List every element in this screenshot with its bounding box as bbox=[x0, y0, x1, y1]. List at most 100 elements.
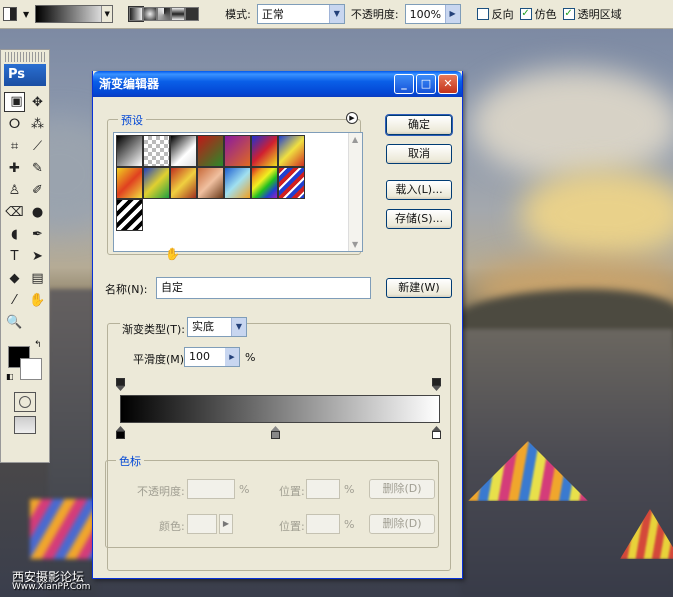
reverse-checkbox[interactable]: 反向 bbox=[476, 6, 514, 22]
opacity-stop-right[interactable] bbox=[432, 378, 441, 391]
preset-swatch[interactable] bbox=[251, 167, 278, 199]
mode-select[interactable]: 正常 ▼ bbox=[256, 4, 345, 24]
stop-location-input-2[interactable] bbox=[306, 514, 340, 534]
ps-logo[interactable]: Ps bbox=[4, 64, 46, 86]
preset-swatch[interactable] bbox=[197, 135, 224, 167]
reflected-gradient-button[interactable] bbox=[171, 7, 186, 21]
screen-mode-button[interactable] bbox=[14, 416, 36, 434]
gradient-type-buttons bbox=[128, 6, 200, 22]
smoothness-input[interactable]: 100 ▶ bbox=[184, 347, 240, 367]
check-icon[interactable]: ✓ bbox=[562, 8, 575, 20]
background-color[interactable] bbox=[20, 358, 42, 380]
notes-icon[interactable]: ▤ bbox=[27, 268, 48, 288]
minimize-icon[interactable]: _ bbox=[394, 74, 414, 94]
color-midpoint[interactable] bbox=[271, 426, 280, 439]
new-button[interactable]: 新建(W) bbox=[386, 278, 452, 298]
eyedropper-icon[interactable]: ⁄ bbox=[4, 290, 25, 310]
preset-swatch[interactable] bbox=[170, 167, 197, 199]
radial-gradient-button[interactable] bbox=[143, 7, 158, 21]
magic-wand-icon[interactable]: ⁂ bbox=[27, 114, 48, 134]
crop-icon[interactable]: ⌗ bbox=[4, 136, 25, 156]
gradient-bar[interactable] bbox=[120, 395, 440, 423]
swap-colors-icon[interactable]: ↰ bbox=[34, 340, 42, 350]
presets-menu-icon[interactable]: ▶ bbox=[346, 112, 358, 124]
preset-swatch[interactable] bbox=[143, 135, 170, 167]
scroll-up-icon[interactable]: ▲ bbox=[352, 135, 358, 144]
preset-swatch[interactable] bbox=[224, 135, 251, 167]
blur-icon[interactable]: ● bbox=[27, 202, 48, 222]
color-stop-left[interactable] bbox=[116, 426, 125, 439]
chevron-down-icon[interactable]: ▼ bbox=[23, 10, 29, 19]
opacity-input[interactable]: 100% ▶ bbox=[404, 4, 461, 24]
stop-opacity-input[interactable] bbox=[187, 479, 235, 499]
stop-location-input[interactable] bbox=[306, 479, 340, 499]
preset-swatch[interactable] bbox=[116, 167, 143, 199]
gradient-icon[interactable]: ▣ bbox=[4, 92, 25, 112]
preset-swatch[interactable] bbox=[116, 135, 143, 167]
zoom-icon[interactable]: 🔍 bbox=[4, 312, 25, 332]
tool-grid: ⬚✥ⵔ⁂⌗⟋✚✎♙✐⌫▣●◖✒T➤◆▤⁄✋🔍 bbox=[1, 88, 49, 336]
stop-opacity-unit: % bbox=[239, 483, 250, 496]
color-stop-right[interactable] bbox=[432, 426, 441, 439]
color-stop-pointer bbox=[116, 426, 125, 431]
angle-gradient-button[interactable] bbox=[157, 7, 172, 21]
diamond-gradient-button[interactable] bbox=[185, 7, 200, 21]
preset-swatch[interactable] bbox=[197, 167, 224, 199]
move-icon[interactable]: ✥ bbox=[27, 92, 48, 112]
color-stops-label: 色标 bbox=[116, 453, 144, 469]
transparency-checkbox[interactable]: ✓ 透明区域 bbox=[562, 6, 622, 22]
save-button[interactable]: 存储(S)... bbox=[386, 209, 452, 229]
preset-swatch[interactable] bbox=[143, 167, 170, 199]
gradient-type-value: 实底 bbox=[192, 320, 214, 333]
slice-icon[interactable]: ⟋ bbox=[27, 136, 48, 156]
stamp-icon[interactable]: ♙ bbox=[4, 180, 25, 200]
presets-scrollbar[interactable]: ▲ ▼ bbox=[348, 133, 362, 251]
ok-button[interactable]: 确定 bbox=[385, 114, 453, 136]
linear-gradient-button[interactable] bbox=[128, 6, 145, 22]
shape-icon[interactable]: ◆ bbox=[4, 268, 25, 288]
type-icon[interactable]: T bbox=[4, 246, 25, 266]
stop-location-label: 位置: bbox=[279, 485, 305, 498]
chevron-down-icon[interactable]: ▼ bbox=[101, 6, 113, 22]
dither-checkbox[interactable]: ✓ 仿色 bbox=[519, 6, 557, 22]
healing-icon[interactable]: ✚ bbox=[4, 158, 25, 178]
preset-swatch[interactable] bbox=[278, 135, 305, 167]
name-input[interactable]: 自定 bbox=[156, 277, 371, 299]
preset-swatch[interactable] bbox=[170, 135, 197, 167]
brush-icon[interactable]: ✎ bbox=[27, 158, 48, 178]
quick-mask-button[interactable] bbox=[14, 392, 36, 412]
close-icon[interactable]: ✕ bbox=[438, 74, 458, 94]
preset-swatch[interactable] bbox=[116, 199, 143, 231]
scroll-down-icon[interactable]: ▼ bbox=[352, 240, 358, 249]
preset-swatch[interactable] bbox=[224, 167, 251, 199]
checkbox-box[interactable] bbox=[476, 8, 489, 20]
history-brush-icon[interactable]: ✐ bbox=[27, 180, 48, 200]
pen-icon[interactable]: ✒ bbox=[27, 224, 48, 244]
dodge-icon[interactable]: ◖ bbox=[4, 224, 25, 244]
check-icon[interactable]: ✓ bbox=[519, 8, 532, 20]
eraser-icon[interactable]: ⌫ bbox=[4, 202, 25, 222]
delete-color-stop-button[interactable]: 删除(D) bbox=[369, 514, 435, 534]
load-button[interactable]: 载入(L)... bbox=[386, 180, 452, 200]
lasso-icon[interactable]: ⵔ bbox=[4, 114, 25, 134]
gradient-picker[interactable]: ▼ bbox=[35, 5, 114, 23]
chevron-right-icon[interactable]: ▶ bbox=[225, 348, 239, 366]
hand-icon[interactable]: ✋ bbox=[27, 290, 48, 310]
chevron-right-icon[interactable]: ▶ bbox=[219, 514, 233, 534]
chevron-right-icon[interactable]: ▶ bbox=[444, 5, 460, 23]
tool-preset-icon[interactable] bbox=[3, 7, 17, 21]
toolbox-grip[interactable] bbox=[5, 52, 45, 62]
gradient-type-select[interactable]: 实底 ▼ bbox=[187, 317, 247, 337]
preset-swatch[interactable] bbox=[278, 167, 305, 199]
preset-swatch[interactable] bbox=[251, 135, 278, 167]
path-select-icon[interactable]: ➤ bbox=[27, 246, 48, 266]
delete-opacity-stop-button[interactable]: 删除(D) bbox=[369, 479, 435, 499]
chevron-down-icon[interactable]: ▼ bbox=[231, 318, 246, 336]
chevron-down-icon[interactable]: ▼ bbox=[328, 5, 344, 23]
stop-color-swatch[interactable] bbox=[187, 514, 217, 534]
maximize-icon[interactable]: □ bbox=[416, 74, 436, 94]
opacity-stop-left[interactable] bbox=[116, 378, 125, 391]
dialog-titlebar[interactable]: 渐变编辑器 _ □ ✕ bbox=[93, 71, 462, 97]
cancel-button[interactable]: 取消 bbox=[386, 144, 452, 164]
default-colors-icon[interactable]: ◧ bbox=[6, 372, 14, 381]
